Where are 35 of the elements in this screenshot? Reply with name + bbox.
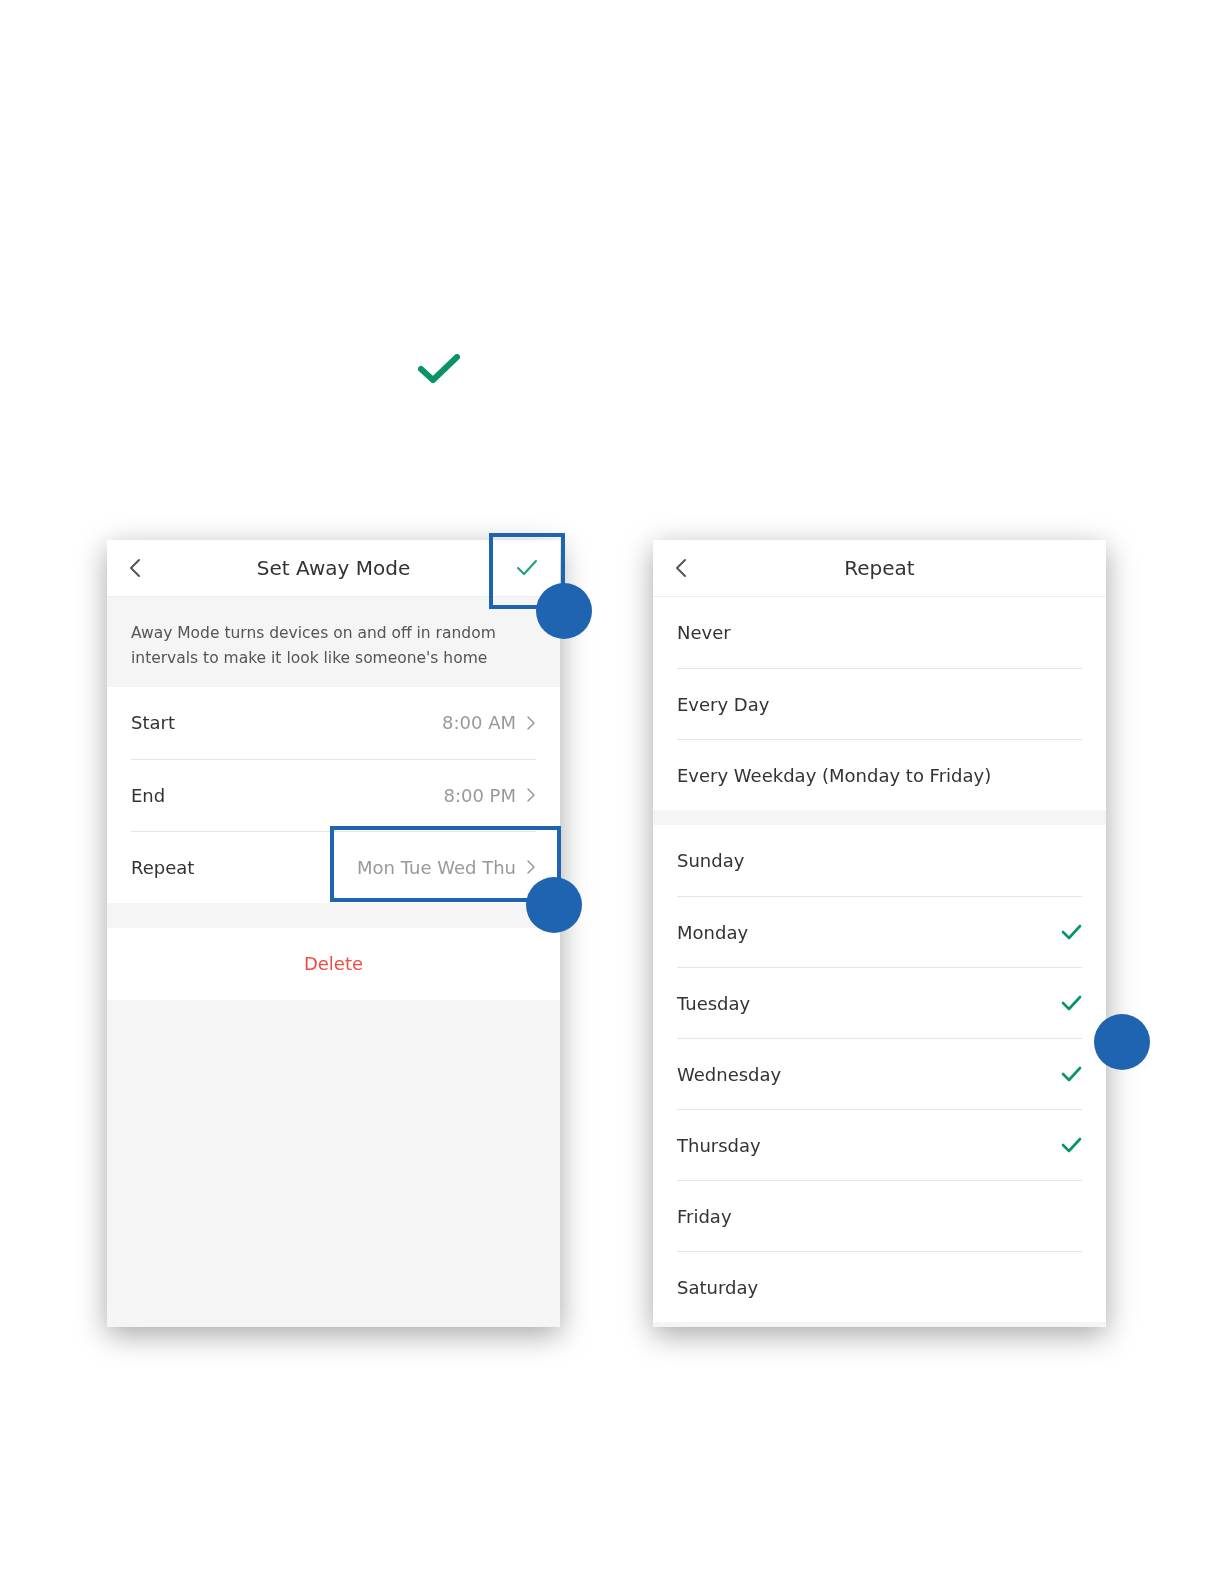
row-label: Saturday	[677, 1275, 760, 1300]
row-label: Repeat	[131, 855, 196, 880]
callout-marker	[1094, 1014, 1150, 1070]
row-label: Start	[131, 711, 176, 736]
day-row[interactable]: Monday	[677, 896, 1082, 967]
screen-title: Set Away Mode	[255, 555, 412, 582]
row-label: Every Day	[677, 692, 771, 717]
day-row[interactable]: Wednesday	[677, 1038, 1082, 1109]
row-label: Never	[677, 621, 732, 645]
option-row[interactable]: Never	[677, 597, 1082, 668]
day-row[interactable]: Sunday	[677, 825, 1082, 896]
back-icon[interactable]	[129, 558, 141, 578]
row-label: Friday	[677, 1204, 733, 1229]
checkmark-icon[interactable]	[516, 558, 538, 577]
row-label: Wednesday	[677, 1062, 783, 1087]
row-label: Thursday	[677, 1133, 762, 1158]
row-label: End	[131, 783, 167, 808]
option-row[interactable]: Every Weekday (Monday to Friday)	[677, 739, 1082, 810]
screen-title: Repeat	[843, 555, 916, 582]
day-row[interactable]: Tuesday	[677, 967, 1082, 1038]
chevron-right-icon	[526, 787, 536, 804]
row-label: Monday	[677, 920, 750, 945]
row-label: Every Weekday (Monday to Friday)	[677, 763, 993, 788]
checkmark-icon	[418, 354, 460, 384]
day-row[interactable]: Thursday	[677, 1109, 1082, 1180]
row-label: Sunday	[677, 849, 746, 873]
delete-button[interactable]: Delete	[107, 927, 560, 1000]
description-text: Away Mode turns devices on and off in random intervals to make it look like someone's home	[130, 623, 497, 669]
chevron-right-icon	[526, 859, 536, 876]
day-row[interactable]: Saturday	[677, 1251, 1082, 1322]
back-icon[interactable]	[675, 558, 687, 578]
row-label: Tuesday	[677, 991, 752, 1016]
chevron-right-icon	[526, 714, 536, 731]
option-row[interactable]: Every Day	[677, 668, 1082, 739]
day-row[interactable]: Friday	[677, 1180, 1082, 1251]
